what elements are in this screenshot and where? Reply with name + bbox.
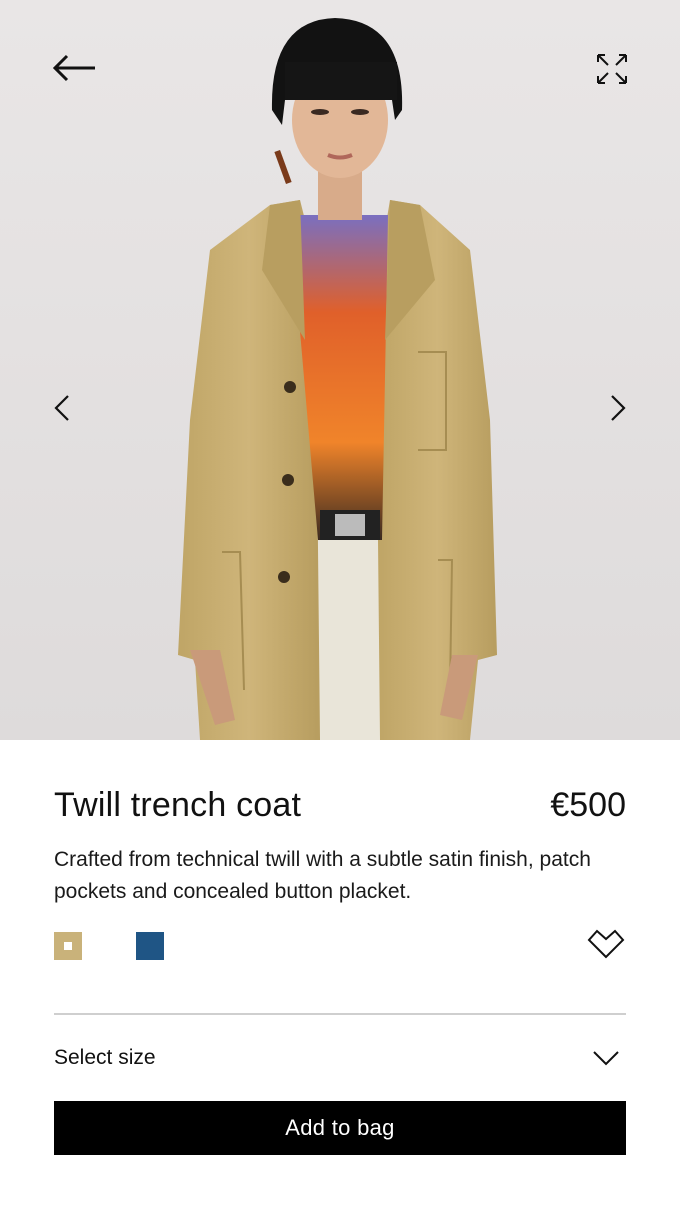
size-selector[interactable]: Select size bbox=[54, 1036, 626, 1080]
color-swatches bbox=[54, 932, 164, 960]
product-price: €500 bbox=[550, 786, 626, 824]
color-swatch-blue[interactable] bbox=[136, 932, 164, 960]
size-selector-label: Select size bbox=[54, 1046, 156, 1069]
arrow-left-icon bbox=[53, 54, 95, 82]
product-title: Twill trench coat bbox=[54, 786, 302, 824]
product-image[interactable] bbox=[0, 0, 680, 740]
add-to-bag-button[interactable]: Add to bag bbox=[54, 1101, 626, 1155]
title-row: Twill trench coat €500 bbox=[54, 786, 626, 830]
chevron-down-icon bbox=[593, 1051, 619, 1066]
chevron-right-icon bbox=[611, 395, 626, 421]
heart-icon bbox=[587, 929, 625, 959]
wishlist-button[interactable] bbox=[586, 926, 628, 964]
expand-image-button[interactable] bbox=[592, 50, 632, 88]
product-description: Crafted from technical twill with a subt… bbox=[54, 848, 591, 903]
color-swatch-beige[interactable] bbox=[54, 932, 82, 960]
divider bbox=[54, 1013, 626, 1015]
next-image-button[interactable] bbox=[602, 390, 634, 426]
back-button[interactable] bbox=[48, 46, 102, 90]
product-photo bbox=[178, 18, 497, 740]
expand-icon bbox=[597, 54, 627, 84]
previous-image-button[interactable] bbox=[46, 390, 78, 426]
chevron-left-icon bbox=[54, 395, 69, 421]
